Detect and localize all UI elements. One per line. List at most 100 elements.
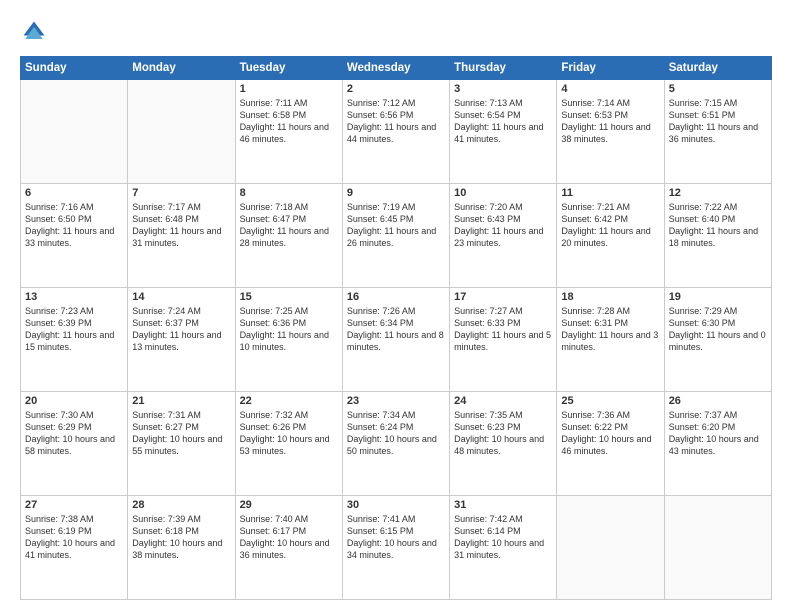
sunrise: Sunrise: 7:42 AM — [454, 514, 523, 524]
sunrise: Sunrise: 7:14 AM — [561, 98, 630, 108]
col-header-tuesday: Tuesday — [235, 57, 342, 80]
day-info: Sunrise: 7:40 AM Sunset: 6:17 PM Dayligh… — [240, 513, 338, 562]
day-number: 18 — [561, 291, 659, 303]
sunset: Sunset: 6:17 PM — [240, 526, 307, 536]
calendar-cell: 19 Sunrise: 7:29 AM Sunset: 6:30 PM Dayl… — [664, 288, 771, 392]
day-info: Sunrise: 7:19 AM Sunset: 6:45 PM Dayligh… — [347, 201, 445, 250]
sunrise: Sunrise: 7:29 AM — [669, 306, 738, 316]
sunset: Sunset: 6:54 PM — [454, 110, 521, 120]
col-header-thursday: Thursday — [450, 57, 557, 80]
day-number: 4 — [561, 83, 659, 95]
sunset: Sunset: 6:31 PM — [561, 318, 628, 328]
day-number: 19 — [669, 291, 767, 303]
calendar-cell: 17 Sunrise: 7:27 AM Sunset: 6:33 PM Dayl… — [450, 288, 557, 392]
sunrise: Sunrise: 7:36 AM — [561, 410, 630, 420]
daylight: Daylight: 11 hours and 0 minutes. — [669, 330, 766, 352]
day-info: Sunrise: 7:18 AM Sunset: 6:47 PM Dayligh… — [240, 201, 338, 250]
sunrise: Sunrise: 7:34 AM — [347, 410, 416, 420]
calendar-cell: 8 Sunrise: 7:18 AM Sunset: 6:47 PM Dayli… — [235, 184, 342, 288]
daylight: Daylight: 10 hours and 50 minutes. — [347, 434, 437, 456]
sunrise: Sunrise: 7:12 AM — [347, 98, 416, 108]
calendar-cell: 1 Sunrise: 7:11 AM Sunset: 6:58 PM Dayli… — [235, 80, 342, 184]
sunset: Sunset: 6:39 PM — [25, 318, 92, 328]
day-info: Sunrise: 7:16 AM Sunset: 6:50 PM Dayligh… — [25, 201, 123, 250]
daylight: Daylight: 10 hours and 58 minutes. — [25, 434, 115, 456]
calendar-cell: 29 Sunrise: 7:40 AM Sunset: 6:17 PM Dayl… — [235, 496, 342, 600]
sunrise: Sunrise: 7:39 AM — [132, 514, 201, 524]
day-number: 3 — [454, 83, 552, 95]
daylight: Daylight: 11 hours and 44 minutes. — [347, 122, 436, 144]
sunset: Sunset: 6:14 PM — [454, 526, 521, 536]
calendar-cell: 10 Sunrise: 7:20 AM Sunset: 6:43 PM Dayl… — [450, 184, 557, 288]
day-number: 24 — [454, 395, 552, 407]
sunset: Sunset: 6:42 PM — [561, 214, 628, 224]
sunrise: Sunrise: 7:30 AM — [25, 410, 94, 420]
sunrise: Sunrise: 7:23 AM — [25, 306, 94, 316]
sunset: Sunset: 6:15 PM — [347, 526, 414, 536]
calendar-cell: 14 Sunrise: 7:24 AM Sunset: 6:37 PM Dayl… — [128, 288, 235, 392]
day-info: Sunrise: 7:30 AM Sunset: 6:29 PM Dayligh… — [25, 409, 123, 458]
calendar-cell: 5 Sunrise: 7:15 AM Sunset: 6:51 PM Dayli… — [664, 80, 771, 184]
day-number: 6 — [25, 187, 123, 199]
sunset: Sunset: 6:26 PM — [240, 422, 307, 432]
col-header-friday: Friday — [557, 57, 664, 80]
day-number: 31 — [454, 499, 552, 511]
col-header-wednesday: Wednesday — [342, 57, 449, 80]
day-info: Sunrise: 7:21 AM Sunset: 6:42 PM Dayligh… — [561, 201, 659, 250]
daylight: Daylight: 11 hours and 15 minutes. — [25, 330, 114, 352]
daylight: Daylight: 10 hours and 53 minutes. — [240, 434, 330, 456]
calendar-cell: 13 Sunrise: 7:23 AM Sunset: 6:39 PM Dayl… — [21, 288, 128, 392]
calendar-cell: 24 Sunrise: 7:35 AM Sunset: 6:23 PM Dayl… — [450, 392, 557, 496]
sunset: Sunset: 6:18 PM — [132, 526, 199, 536]
day-number: 7 — [132, 187, 230, 199]
day-number: 15 — [240, 291, 338, 303]
day-number: 25 — [561, 395, 659, 407]
daylight: Daylight: 11 hours and 33 minutes. — [25, 226, 114, 248]
calendar-cell: 23 Sunrise: 7:34 AM Sunset: 6:24 PM Dayl… — [342, 392, 449, 496]
col-header-saturday: Saturday — [664, 57, 771, 80]
day-info: Sunrise: 7:35 AM Sunset: 6:23 PM Dayligh… — [454, 409, 552, 458]
day-info: Sunrise: 7:42 AM Sunset: 6:14 PM Dayligh… — [454, 513, 552, 562]
day-number: 9 — [347, 187, 445, 199]
calendar-cell: 7 Sunrise: 7:17 AM Sunset: 6:48 PM Dayli… — [128, 184, 235, 288]
calendar-cell — [21, 80, 128, 184]
day-info: Sunrise: 7:28 AM Sunset: 6:31 PM Dayligh… — [561, 305, 659, 354]
day-number: 8 — [240, 187, 338, 199]
calendar-cell: 25 Sunrise: 7:36 AM Sunset: 6:22 PM Dayl… — [557, 392, 664, 496]
sunrise: Sunrise: 7:17 AM — [132, 202, 201, 212]
daylight: Daylight: 11 hours and 18 minutes. — [669, 226, 758, 248]
sunrise: Sunrise: 7:18 AM — [240, 202, 309, 212]
sunrise: Sunrise: 7:31 AM — [132, 410, 201, 420]
day-info: Sunrise: 7:11 AM Sunset: 6:58 PM Dayligh… — [240, 97, 338, 146]
sunset: Sunset: 6:30 PM — [669, 318, 736, 328]
calendar-cell: 28 Sunrise: 7:39 AM Sunset: 6:18 PM Dayl… — [128, 496, 235, 600]
daylight: Daylight: 11 hours and 38 minutes. — [561, 122, 650, 144]
day-number: 30 — [347, 499, 445, 511]
day-info: Sunrise: 7:39 AM Sunset: 6:18 PM Dayligh… — [132, 513, 230, 562]
daylight: Daylight: 11 hours and 8 minutes. — [347, 330, 444, 352]
day-number: 2 — [347, 83, 445, 95]
daylight: Daylight: 10 hours and 55 minutes. — [132, 434, 222, 456]
day-number: 22 — [240, 395, 338, 407]
daylight: Daylight: 10 hours and 36 minutes. — [240, 538, 330, 560]
day-number: 16 — [347, 291, 445, 303]
sunset: Sunset: 6:36 PM — [240, 318, 307, 328]
day-info: Sunrise: 7:31 AM Sunset: 6:27 PM Dayligh… — [132, 409, 230, 458]
sunset: Sunset: 6:43 PM — [454, 214, 521, 224]
calendar-cell: 2 Sunrise: 7:12 AM Sunset: 6:56 PM Dayli… — [342, 80, 449, 184]
day-info: Sunrise: 7:17 AM Sunset: 6:48 PM Dayligh… — [132, 201, 230, 250]
sunset: Sunset: 6:40 PM — [669, 214, 736, 224]
day-info: Sunrise: 7:34 AM Sunset: 6:24 PM Dayligh… — [347, 409, 445, 458]
day-info: Sunrise: 7:36 AM Sunset: 6:22 PM Dayligh… — [561, 409, 659, 458]
day-number: 11 — [561, 187, 659, 199]
header — [20, 18, 772, 46]
sunrise: Sunrise: 7:27 AM — [454, 306, 523, 316]
daylight: Daylight: 10 hours and 43 minutes. — [669, 434, 759, 456]
daylight: Daylight: 11 hours and 28 minutes. — [240, 226, 329, 248]
sunrise: Sunrise: 7:21 AM — [561, 202, 630, 212]
calendar-cell: 3 Sunrise: 7:13 AM Sunset: 6:54 PM Dayli… — [450, 80, 557, 184]
sunset: Sunset: 6:33 PM — [454, 318, 521, 328]
calendar-cell: 21 Sunrise: 7:31 AM Sunset: 6:27 PM Dayl… — [128, 392, 235, 496]
sunrise: Sunrise: 7:37 AM — [669, 410, 738, 420]
page: SundayMondayTuesdayWednesdayThursdayFrid… — [0, 0, 792, 612]
